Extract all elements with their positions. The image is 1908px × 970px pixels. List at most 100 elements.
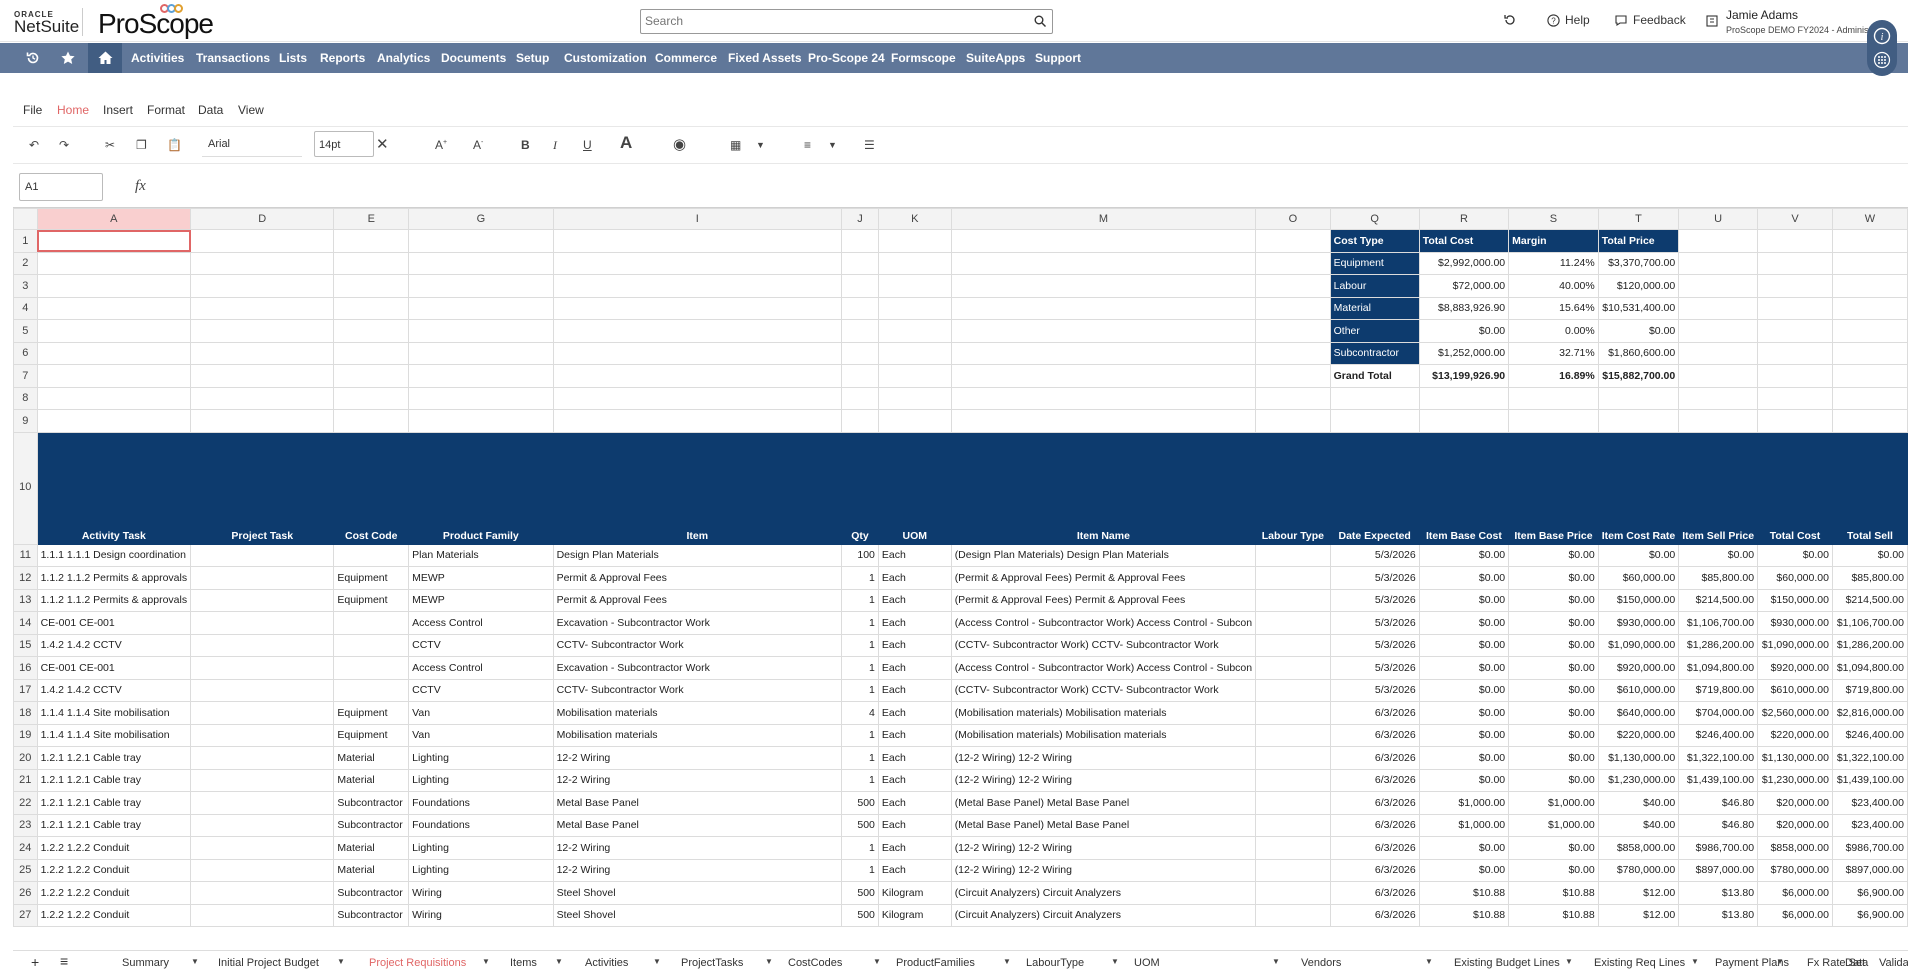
table-cell[interactable] bbox=[1255, 633, 1331, 657]
table-cell[interactable]: Van bbox=[408, 701, 554, 725]
row-number[interactable]: 9 bbox=[13, 409, 38, 433]
nav-formscope[interactable]: Formscope bbox=[891, 51, 956, 65]
summary-cell[interactable]: 32.71% bbox=[1508, 341, 1599, 365]
summary-cell[interactable]: $0.00 bbox=[1418, 319, 1510, 343]
empty-cell[interactable] bbox=[841, 409, 879, 433]
empty-cell[interactable] bbox=[408, 274, 554, 298]
table-cell[interactable]: Plan Materials bbox=[408, 543, 554, 567]
column-header-v[interactable]: V bbox=[1757, 208, 1833, 230]
table-cell[interactable]: 1.1.1 1.1.1 Design coordination bbox=[36, 543, 192, 567]
table-cell[interactable]: Each bbox=[877, 701, 952, 725]
summary-header-cell[interactable]: Total Price bbox=[1597, 229, 1680, 253]
menu-file[interactable]: File bbox=[23, 103, 42, 117]
empty-cell[interactable] bbox=[1831, 251, 1908, 275]
table-cell[interactable]: 5/3/2026 bbox=[1329, 543, 1420, 567]
table-cell[interactable]: $0.00 bbox=[1418, 768, 1510, 792]
empty-cell[interactable] bbox=[1597, 409, 1680, 433]
table-cell[interactable]: $60,000.00 bbox=[1597, 566, 1680, 590]
nav-fixed-assets[interactable]: Fixed Assets bbox=[728, 51, 802, 65]
table-cell[interactable]: Each bbox=[877, 813, 952, 837]
copy-icon[interactable]: ❐ bbox=[136, 138, 147, 152]
table-cell[interactable] bbox=[333, 611, 410, 635]
table-cell[interactable]: $920,000.00 bbox=[1757, 656, 1833, 680]
row-number[interactable]: 6 bbox=[13, 341, 38, 365]
table-cell[interactable] bbox=[1255, 611, 1331, 635]
table-header-cell[interactable]: Activity Task bbox=[36, 431, 192, 545]
empty-cell[interactable] bbox=[1678, 296, 1759, 320]
row-number[interactable]: 2 bbox=[13, 251, 38, 275]
table-cell[interactable]: $704,000.00 bbox=[1678, 701, 1759, 725]
empty-cell[interactable] bbox=[408, 386, 554, 410]
table-cell[interactable]: $0.00 bbox=[1418, 566, 1510, 590]
empty-cell[interactable] bbox=[1255, 409, 1331, 433]
redo-icon[interactable]: ↷ bbox=[59, 138, 69, 152]
table-cell[interactable]: 1.1.2 1.1.2 Permits & approvals bbox=[36, 566, 192, 590]
nav-lists[interactable]: Lists bbox=[279, 51, 307, 65]
table-cell[interactable]: 5/3/2026 bbox=[1329, 656, 1420, 680]
table-cell[interactable]: $858,000.00 bbox=[1597, 836, 1680, 860]
table-cell[interactable]: 6/3/2026 bbox=[1329, 881, 1420, 905]
empty-cell[interactable] bbox=[552, 229, 843, 253]
table-cell[interactable]: Material bbox=[333, 768, 410, 792]
table-cell[interactable]: Subcontractor bbox=[333, 813, 410, 837]
empty-cell[interactable] bbox=[877, 364, 952, 388]
table-cell[interactable]: $0.00 bbox=[1418, 836, 1510, 860]
table-cell[interactable]: 1.2.1 1.2.1 Cable tray bbox=[36, 768, 192, 792]
table-cell[interactable]: $0.00 bbox=[1418, 611, 1510, 635]
empty-cell[interactable] bbox=[190, 251, 335, 275]
empty-cell[interactable] bbox=[950, 409, 1257, 433]
table-header-cell[interactable]: Labour Type bbox=[1255, 431, 1331, 545]
table-cell[interactable] bbox=[190, 566, 335, 590]
table-cell[interactable]: $0.00 bbox=[1757, 543, 1833, 567]
empty-cell[interactable] bbox=[333, 296, 410, 320]
row-number[interactable]: 14 bbox=[13, 611, 38, 635]
table-cell[interactable]: Each bbox=[877, 768, 952, 792]
table-cell[interactable]: Material bbox=[333, 836, 410, 860]
table-cell[interactable] bbox=[190, 633, 335, 657]
nav-setup[interactable]: Setup bbox=[516, 51, 549, 65]
table-cell[interactable] bbox=[1255, 723, 1331, 747]
sheet-tab-menu-icon[interactable]: ▼ bbox=[1776, 957, 1784, 966]
table-cell[interactable] bbox=[190, 543, 335, 567]
row-number[interactable]: 26 bbox=[13, 881, 38, 905]
sheet-tab-menu-icon[interactable]: ▼ bbox=[1003, 957, 1011, 966]
empty-cell[interactable] bbox=[841, 386, 879, 410]
table-cell[interactable]: Lighting bbox=[408, 768, 554, 792]
table-cell[interactable]: Equipment bbox=[333, 588, 410, 612]
empty-cell[interactable] bbox=[1678, 364, 1759, 388]
empty-cell[interactable] bbox=[1678, 386, 1759, 410]
table-cell[interactable]: 6/3/2026 bbox=[1329, 746, 1420, 770]
column-header-a[interactable]: A bbox=[36, 208, 192, 230]
table-cell[interactable]: $1,130,000.00 bbox=[1597, 746, 1680, 770]
borders-dropdown-icon[interactable]: ▼ bbox=[756, 140, 765, 150]
keypad-icon[interactable] bbox=[1873, 51, 1891, 69]
table-cell[interactable]: (12-2 Wiring) 12-2 Wiring bbox=[950, 836, 1257, 860]
table-cell[interactable]: Metal Base Panel bbox=[552, 791, 843, 815]
paste-icon[interactable]: 📋 bbox=[167, 138, 182, 152]
nav-documents[interactable]: Documents bbox=[441, 51, 506, 65]
recent-records-button[interactable] bbox=[1503, 13, 1517, 27]
table-cell[interactable]: Lighting bbox=[408, 858, 554, 882]
empty-cell[interactable] bbox=[1831, 341, 1908, 365]
row-number[interactable]: 22 bbox=[13, 791, 38, 815]
table-cell[interactable]: $0.00 bbox=[1418, 678, 1510, 702]
summary-total-cell[interactable]: 16.89% bbox=[1508, 364, 1599, 388]
table-cell[interactable] bbox=[190, 611, 335, 635]
sheet-tab[interactable]: LabourType bbox=[1026, 957, 1084, 969]
empty-cell[interactable] bbox=[1678, 274, 1759, 298]
summary-cell[interactable]: 11.24% bbox=[1508, 251, 1599, 275]
empty-cell[interactable] bbox=[1255, 319, 1331, 343]
table-cell[interactable]: 1.1.4 1.1.4 Site mobilisation bbox=[36, 701, 192, 725]
row-number[interactable]: 8 bbox=[13, 386, 38, 410]
empty-cell[interactable] bbox=[552, 364, 843, 388]
table-cell[interactable]: Access Control bbox=[408, 611, 554, 635]
column-header-m[interactable]: M bbox=[950, 208, 1257, 230]
table-cell[interactable]: (Permit & Approval Fees) Permit & Approv… bbox=[950, 588, 1257, 612]
table-cell[interactable]: Subcontractor bbox=[333, 881, 410, 905]
table-cell[interactable]: Each bbox=[877, 633, 952, 657]
table-cell[interactable]: Wiring bbox=[408, 881, 554, 905]
table-cell[interactable]: Permit & Approval Fees bbox=[552, 588, 843, 612]
empty-cell[interactable] bbox=[877, 319, 952, 343]
table-cell[interactable]: $1,090,000.00 bbox=[1757, 633, 1833, 657]
sheet-tab-menu-icon[interactable]: ▼ bbox=[653, 957, 661, 966]
